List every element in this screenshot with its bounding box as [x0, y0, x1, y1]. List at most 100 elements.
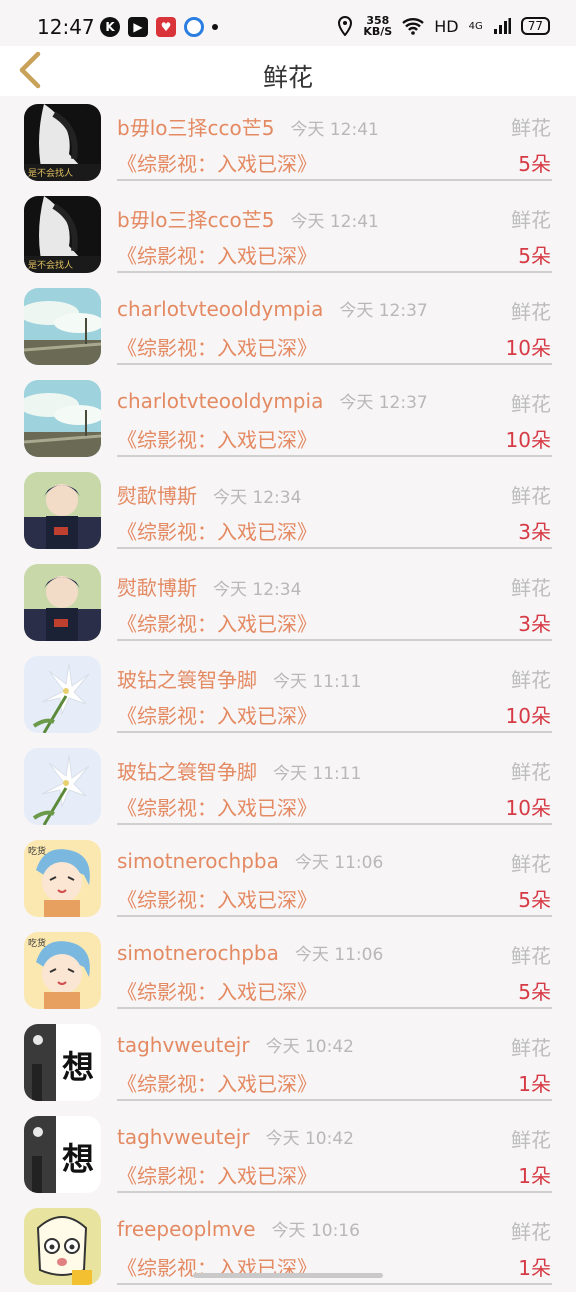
list-item[interactable]: freepeoplmve 今天 10:16 鲜花 《综影视：入戏已深》 1朵: [0, 1200, 576, 1292]
book-title[interactable]: 《综影视：入戏已深》: [117, 332, 317, 361]
flower-count: 10朵: [505, 796, 551, 820]
timestamp: 今天 12:34: [213, 580, 302, 600]
avatar[interactable]: [24, 288, 101, 365]
user-name[interactable]: simotnerochpba: [117, 941, 279, 965]
user-name[interactable]: 玻钻之簑智争脚: [117, 668, 257, 692]
divider: [117, 547, 552, 549]
book-title[interactable]: 《综影视：入戏已深》: [117, 1068, 317, 1097]
hd-label: HD: [434, 16, 459, 36]
net-speed-unit: KB/S: [363, 25, 393, 38]
timestamp: 今天 12:37: [339, 301, 428, 321]
timestamp: 今天 11:11: [273, 672, 362, 692]
home-indicator[interactable]: [193, 1273, 383, 1278]
notification-icons: K ▶ ♥: [100, 17, 218, 37]
avatar[interactable]: 吃货: [24, 932, 101, 1009]
avatar[interactable]: [24, 380, 101, 457]
list-item[interactable]: 想 taghvweutejr 今天 10:42 鲜花 《综影视：入戏已深》 1朵: [0, 1016, 576, 1108]
book-title[interactable]: 《综影视：入戏已深》: [117, 424, 317, 453]
flower-count: 10朵: [505, 428, 551, 452]
book-title[interactable]: 《综影视：入戏已深》: [117, 240, 317, 269]
gift-type: 鲜花: [511, 1220, 551, 1244]
user-name[interactable]: 熨歃博斯: [117, 484, 197, 508]
book-title[interactable]: 《综影视：入戏已深》: [117, 608, 317, 637]
gift-type: 鲜花: [511, 208, 551, 232]
list-item[interactable]: 玻钻之簑智争脚 今天 11:11 鲜花 《综影视：入戏已深》 10朵: [0, 740, 576, 832]
gift-type: 鲜花: [511, 852, 551, 876]
timestamp: 今天 10:42: [265, 1037, 354, 1057]
divider: [117, 363, 552, 365]
avatar[interactable]: 吃货: [24, 840, 101, 917]
title-bar: 鲜花: [0, 46, 576, 96]
list-item[interactable]: 熨歃博斯 今天 12:34 鲜花 《综影视：入戏已深》 3朵: [0, 464, 576, 556]
flower-count: 1朵: [518, 1072, 551, 1096]
list-item[interactable]: 吃货 simotnerochpba 今天 11:06 鲜花 《综影视：入戏已深》 5朵: [0, 924, 576, 1016]
svg-text:吃货: 吃货: [28, 845, 46, 857]
book-title[interactable]: 《综影视：入戏已深》: [117, 148, 317, 177]
divider: [117, 1099, 552, 1101]
user-name-line: charlotvteooldympia 今天 12:37: [117, 296, 428, 321]
user-name-line: taghvweutejr 今天 10:42: [117, 1124, 354, 1149]
gift-type: 鲜花: [511, 116, 551, 140]
avatar[interactable]: [24, 564, 101, 641]
book-title[interactable]: 《综影视：入戏已深》: [117, 792, 317, 821]
gift-type: 鲜花: [511, 392, 551, 416]
timestamp: 今天 12:41: [290, 212, 379, 232]
page-title: 鲜花: [262, 63, 313, 92]
list-item[interactable]: charlotvteooldympia 今天 12:37 鲜花《综影视：入戏已深》 1…: [0, 372, 576, 464]
flower-count: 5朵: [518, 152, 551, 176]
user-name-line: simotnerochpba 今天 11:06: [117, 848, 383, 873]
user-name[interactable]: freepeoplmve: [117, 1217, 256, 1241]
book-title[interactable]: 《综影视：入戏已深》: [117, 700, 317, 729]
user-name[interactable]: 熨歃博斯: [117, 576, 197, 600]
avatar[interactable]: 是不会找人: [24, 104, 101, 181]
user-name[interactable]: charlotvteooldympia: [117, 389, 323, 413]
k-app-icon: K: [100, 17, 120, 37]
flower-count: 1朵: [518, 1256, 551, 1280]
flower-count: 5朵: [518, 888, 551, 912]
timestamp: 今天 12:41: [290, 120, 379, 140]
net-speed: 358 KB/S: [363, 15, 392, 37]
list-item[interactable]: 是不会找人 b毋lo三择cco芒5 今天 12:41 鲜花《综影视：入戏已深》 5朵: [0, 188, 576, 280]
divider: [117, 455, 552, 457]
list-item[interactable]: 是不会找人 b毋lo三择cco芒5 今天 12:41 鲜花《综影视：入戏已深》 5朵: [0, 96, 576, 188]
book-title[interactable]: 《综影视：入戏已深》: [117, 976, 317, 1005]
list-item[interactable]: 吃货 simotnerochpba 今天 11:06 鲜花《综影视：入戏已深》 5朵: [0, 832, 576, 924]
user-name[interactable]: charlotvteooldympia: [117, 297, 323, 321]
avatar[interactable]: 想: [24, 1024, 101, 1101]
book-title[interactable]: 《综影视：入戏已深》: [117, 884, 317, 913]
avatar-text: 想: [62, 1048, 95, 1086]
flower-count: 10朵: [505, 336, 551, 360]
avatar[interactable]: [24, 656, 101, 733]
avatar[interactable]: [24, 1208, 101, 1285]
status-right: 358 KB/S HD 4G 77: [337, 15, 550, 37]
gift-type: 鲜花: [511, 944, 551, 968]
user-name-line: taghvweutejr 今天 10:42: [117, 1032, 354, 1057]
svg-text:吃货: 吃货: [28, 937, 46, 949]
user-name[interactable]: simotnerochpba: [117, 849, 279, 873]
avatar[interactable]: [24, 748, 101, 825]
list-item[interactable]: charlotvteooldympia 今天 12:37 鲜花 《综影视：入戏已深》 1…: [0, 280, 576, 372]
book-title[interactable]: 《综影视：入戏已深》: [117, 1160, 317, 1189]
flower-count: 5朵: [518, 244, 551, 268]
book-title[interactable]: 《综影视：入戏已深》: [117, 516, 317, 545]
user-name[interactable]: 玻钻之簑智争脚: [117, 760, 257, 784]
timestamp: 今天 12:37: [339, 393, 428, 413]
avatar[interactable]: 是不会找人: [24, 196, 101, 273]
list-item[interactable]: 想 taghvweutejr 今天 10:42 鲜花 《综影视：入戏已深》 1朵: [0, 1108, 576, 1200]
divider: [117, 915, 552, 917]
user-name[interactable]: b毋lo三择cco芒5: [117, 208, 274, 232]
user-name-line: 玻钻之簑智争脚 今天 11:11: [117, 756, 361, 785]
status-bar: 12:47 K ▶ ♥ 358 KB/S HD 4G 77: [0, 0, 576, 46]
user-name[interactable]: taghvweutejr: [117, 1125, 250, 1149]
svg-text:是不会找人: 是不会找人: [28, 167, 73, 179]
list-item[interactable]: 玻钻之簑智争脚 今天 11:11 鲜花 《综影视：入戏已深》 10朵: [0, 648, 576, 740]
signal-label: 4G: [468, 20, 483, 32]
avatar[interactable]: 想: [24, 1116, 101, 1193]
signal-icon: [493, 18, 511, 34]
user-name[interactable]: b毋lo三择cco芒5: [117, 116, 274, 140]
user-name[interactable]: taghvweutejr: [117, 1033, 250, 1057]
list-item[interactable]: 熨歃博斯 今天 12:34 鲜花 《综影视：入戏已深》 3朵: [0, 556, 576, 648]
flower-count: 5朵: [518, 980, 551, 1004]
avatar[interactable]: [24, 472, 101, 549]
play-app-icon: ▶: [128, 17, 148, 37]
